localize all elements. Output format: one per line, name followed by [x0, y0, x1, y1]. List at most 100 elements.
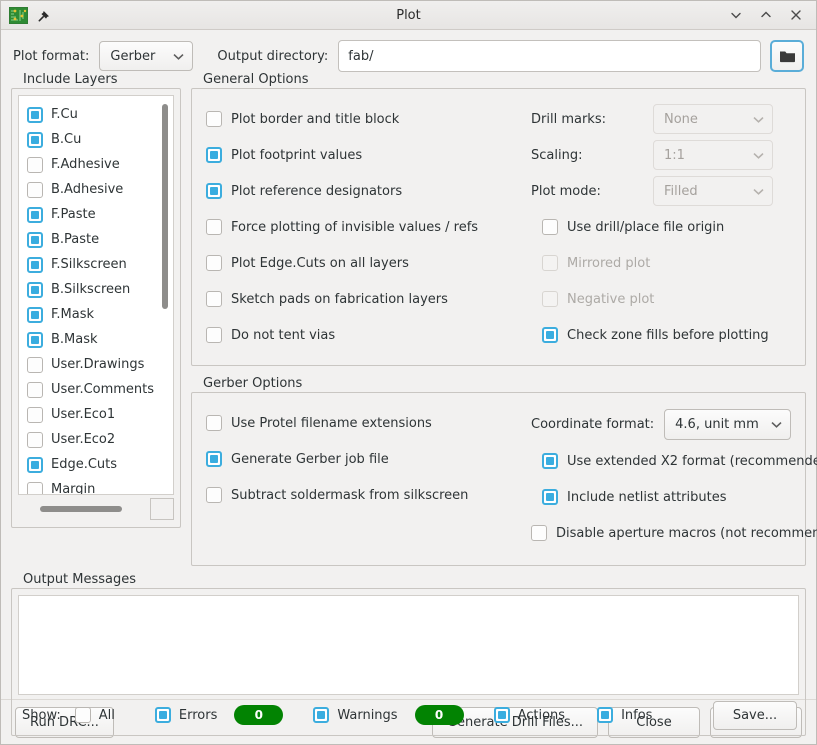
layer-item[interactable]: B.Silkscreen: [27, 277, 156, 302]
checkbox-use-protel-filename-extensions[interactable]: Use Protel filename extensions: [206, 405, 531, 441]
layer-checkbox[interactable]: [27, 157, 43, 173]
scrollbar-thumb[interactable]: [162, 104, 168, 309]
layer-checkbox[interactable]: [27, 332, 43, 348]
checkbox-subtract-soldermask-from-silkscreen[interactable]: Subtract soldermask from silkscreen: [206, 477, 531, 513]
layer-item[interactable]: F.Paste: [27, 202, 156, 227]
checkbox-label: Sketch pads on fabrication layers: [231, 292, 448, 307]
checkbox-box[interactable]: [206, 291, 222, 307]
filter-infos[interactable]: Infos: [597, 707, 652, 723]
checkbox-box[interactable]: [155, 707, 171, 723]
layer-label: User.Eco2: [51, 432, 115, 447]
output-directory-input[interactable]: fab/: [338, 40, 761, 72]
layers-horizontal-scrollbar[interactable]: [18, 506, 146, 512]
scrollbar-corner: [150, 498, 174, 520]
layer-item[interactable]: F.Silkscreen: [27, 252, 156, 277]
layer-item[interactable]: B.Adhesive: [27, 177, 156, 202]
checkbox-box[interactable]: [542, 453, 558, 469]
checkbox-box[interactable]: [313, 707, 329, 723]
filter-errors[interactable]: Errors 0: [155, 705, 283, 725]
layer-item[interactable]: B.Paste: [27, 227, 156, 252]
pin-icon[interactable]: [37, 8, 52, 23]
layer-item[interactable]: User.Drawings: [27, 352, 156, 377]
layer-checkbox[interactable]: [27, 432, 43, 448]
checkbox-box[interactable]: [206, 487, 222, 503]
layer-item[interactable]: User.Comments: [27, 377, 156, 402]
checkbox-plot-edgecuts-all-layers[interactable]: Plot Edge.Cuts on all layers: [206, 245, 531, 281]
filter-all[interactable]: All: [75, 707, 115, 723]
layer-label: User.Eco1: [51, 407, 115, 422]
checkbox-box[interactable]: [206, 183, 222, 199]
checkbox-box[interactable]: [542, 219, 558, 235]
checkbox-plot-reference-designators[interactable]: Plot reference designators: [206, 173, 531, 209]
layer-item[interactable]: User.Eco1: [27, 402, 156, 427]
checkbox-sketch-pads-fabrication-layers[interactable]: Sketch pads on fabrication layers: [206, 281, 531, 317]
plot-dialog: Plot Plot format: Gerber Output director…: [0, 0, 817, 745]
folder-icon: [779, 49, 796, 63]
plot-format-select[interactable]: Gerber: [99, 41, 193, 71]
save-button[interactable]: Save...: [713, 701, 797, 730]
filter-actions[interactable]: Actions: [494, 707, 566, 723]
checkbox-use-extended-x2-format[interactable]: Use extended X2 format (recommended): [531, 443, 791, 479]
checkbox-box[interactable]: [206, 451, 222, 467]
layer-item[interactable]: User.Eco2: [27, 427, 156, 452]
gerber-options-grid: Use Protel filename extensions Generate …: [206, 405, 791, 551]
filter-label: Actions: [518, 708, 566, 723]
checkbox-box[interactable]: [531, 525, 547, 541]
checkbox-check-zone-fills-before-plotting[interactable]: Check zone fills before plotting: [531, 317, 791, 353]
layer-checkbox[interactable]: [27, 482, 43, 495]
layer-item[interactable]: Edge.Cuts: [27, 452, 156, 477]
layer-checkbox[interactable]: [27, 382, 43, 398]
coordinate-format-select[interactable]: 4.6, unit mm: [664, 409, 791, 440]
checkbox-include-netlist-attributes[interactable]: Include netlist attributes: [531, 479, 791, 515]
layer-checkbox[interactable]: [27, 207, 43, 223]
layer-checkbox[interactable]: [27, 282, 43, 298]
layer-checkbox[interactable]: [27, 182, 43, 198]
scrollbar-thumb[interactable]: [40, 506, 122, 512]
checkbox-box[interactable]: [494, 707, 510, 723]
layer-checkbox[interactable]: [27, 357, 43, 373]
drill-marks-label: Drill marks:: [531, 112, 653, 127]
browse-output-directory-button[interactable]: [770, 40, 804, 72]
minimize-icon[interactable]: [728, 7, 744, 23]
checkbox-box[interactable]: [542, 327, 558, 343]
checkbox-box[interactable]: [206, 415, 222, 431]
checkbox-generate-gerber-job-file[interactable]: Generate Gerber job file: [206, 441, 531, 477]
checkbox-disable-aperture-macros[interactable]: Disable aperture macros (not recommended…: [531, 515, 791, 551]
layer-item[interactable]: F.Adhesive: [27, 152, 156, 177]
layer-item[interactable]: F.Mask: [27, 302, 156, 327]
layer-checkbox[interactable]: [27, 107, 43, 123]
layer-checkbox[interactable]: [27, 457, 43, 473]
layer-checkbox[interactable]: [27, 232, 43, 248]
checkbox-box[interactable]: [206, 147, 222, 163]
maximize-icon[interactable]: [758, 7, 774, 23]
layer-item[interactable]: Margin: [27, 477, 156, 494]
checkbox-box[interactable]: [206, 327, 222, 343]
scaling-label: Scaling:: [531, 148, 653, 163]
close-icon[interactable]: [788, 7, 804, 23]
layer-checkbox[interactable]: [27, 132, 43, 148]
layers-vertical-scrollbar[interactable]: [156, 96, 173, 494]
checkbox-box[interactable]: [542, 489, 558, 505]
layer-item[interactable]: B.Mask: [27, 327, 156, 352]
options-right-column: General Options Plot border and title bl…: [191, 80, 806, 566]
checkbox-box[interactable]: [597, 707, 613, 723]
include-layers-listbox[interactable]: F.Cu B.Cu F.Adhesive B.Adhesive F.Paste …: [18, 95, 174, 495]
layer-checkbox[interactable]: [27, 257, 43, 273]
checkbox-box[interactable]: [206, 255, 222, 271]
checkbox-plot-border-title-block[interactable]: Plot border and title block: [206, 101, 531, 137]
checkbox-box[interactable]: [206, 219, 222, 235]
layer-item[interactable]: B.Cu: [27, 127, 156, 152]
layer-checkbox[interactable]: [27, 407, 43, 423]
checkbox-do-not-tent-vias[interactable]: Do not tent vias: [206, 317, 531, 353]
checkbox-plot-footprint-values[interactable]: Plot footprint values: [206, 137, 531, 173]
filter-warnings[interactable]: Warnings 0: [313, 705, 463, 725]
checkbox-label: Use extended X2 format (recommended): [567, 454, 817, 469]
checkbox-use-drill-place-file-origin[interactable]: Use drill/place file origin: [531, 209, 791, 245]
chevron-down-icon: [752, 187, 765, 196]
checkbox-box[interactable]: [75, 707, 91, 723]
checkbox-force-invisible-values-refs[interactable]: Force plotting of invisible values / ref…: [206, 209, 531, 245]
layer-item[interactable]: F.Cu: [27, 102, 156, 127]
layer-checkbox[interactable]: [27, 307, 43, 323]
output-messages-area[interactable]: [18, 595, 799, 695]
checkbox-box[interactable]: [206, 111, 222, 127]
